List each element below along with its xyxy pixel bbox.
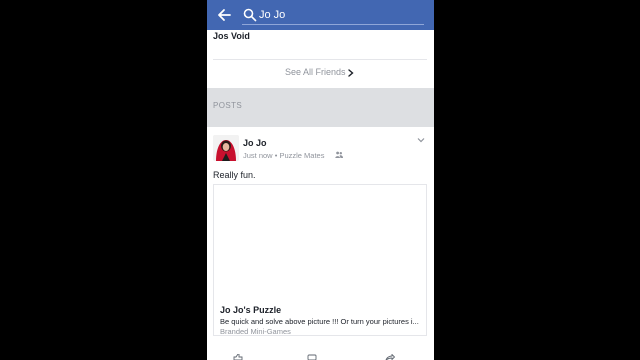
friends-audience-icon — [335, 151, 343, 158]
post-time[interactable]: Just now — [243, 151, 273, 160]
post-meta: Just now • Puzzle Mates — [243, 151, 324, 160]
post-text: Really fun. — [213, 170, 256, 180]
chevron-down-icon[interactable] — [417, 137, 425, 143]
like-icon[interactable] — [233, 354, 243, 360]
search-header: Jo Jo — [207, 0, 434, 30]
search-underline — [242, 24, 424, 25]
avatar-image — [213, 135, 239, 161]
share-icon[interactable] — [385, 354, 395, 360]
posts-section-label: POSTS — [213, 101, 243, 110]
comment-icon[interactable] — [307, 354, 317, 360]
see-all-friends-link[interactable]: See All Friends — [285, 67, 346, 77]
back-arrow-icon[interactable] — [216, 7, 232, 23]
link-attachment-card[interactable]: Jo Jo's Puzzle Be quick and solve above … — [213, 184, 427, 336]
attachment-source: Branded Mini-Games — [220, 327, 291, 336]
facebook-search-screen: Jo Jo Jos Void See All Friends POSTS Jo … — [207, 0, 434, 360]
attachment-title: Jo Jo's Puzzle — [220, 305, 282, 315]
search-input[interactable]: Jo Jo — [259, 7, 285, 23]
post-audience[interactable]: Puzzle Mates — [279, 151, 324, 160]
search-icon — [243, 8, 257, 22]
attachment-description: Be quick and solve above picture !!! Or … — [220, 317, 419, 326]
chevron-right-icon[interactable] — [348, 69, 354, 77]
friend-result-name[interactable]: Jos Void — [213, 31, 250, 41]
post-action-bar — [207, 350, 434, 360]
meta-separator: • — [274, 151, 278, 160]
post-author[interactable]: Jo Jo — [243, 138, 267, 148]
avatar[interactable] — [213, 135, 239, 161]
divider — [213, 59, 427, 60]
posts-section-header: POSTS — [207, 88, 434, 127]
